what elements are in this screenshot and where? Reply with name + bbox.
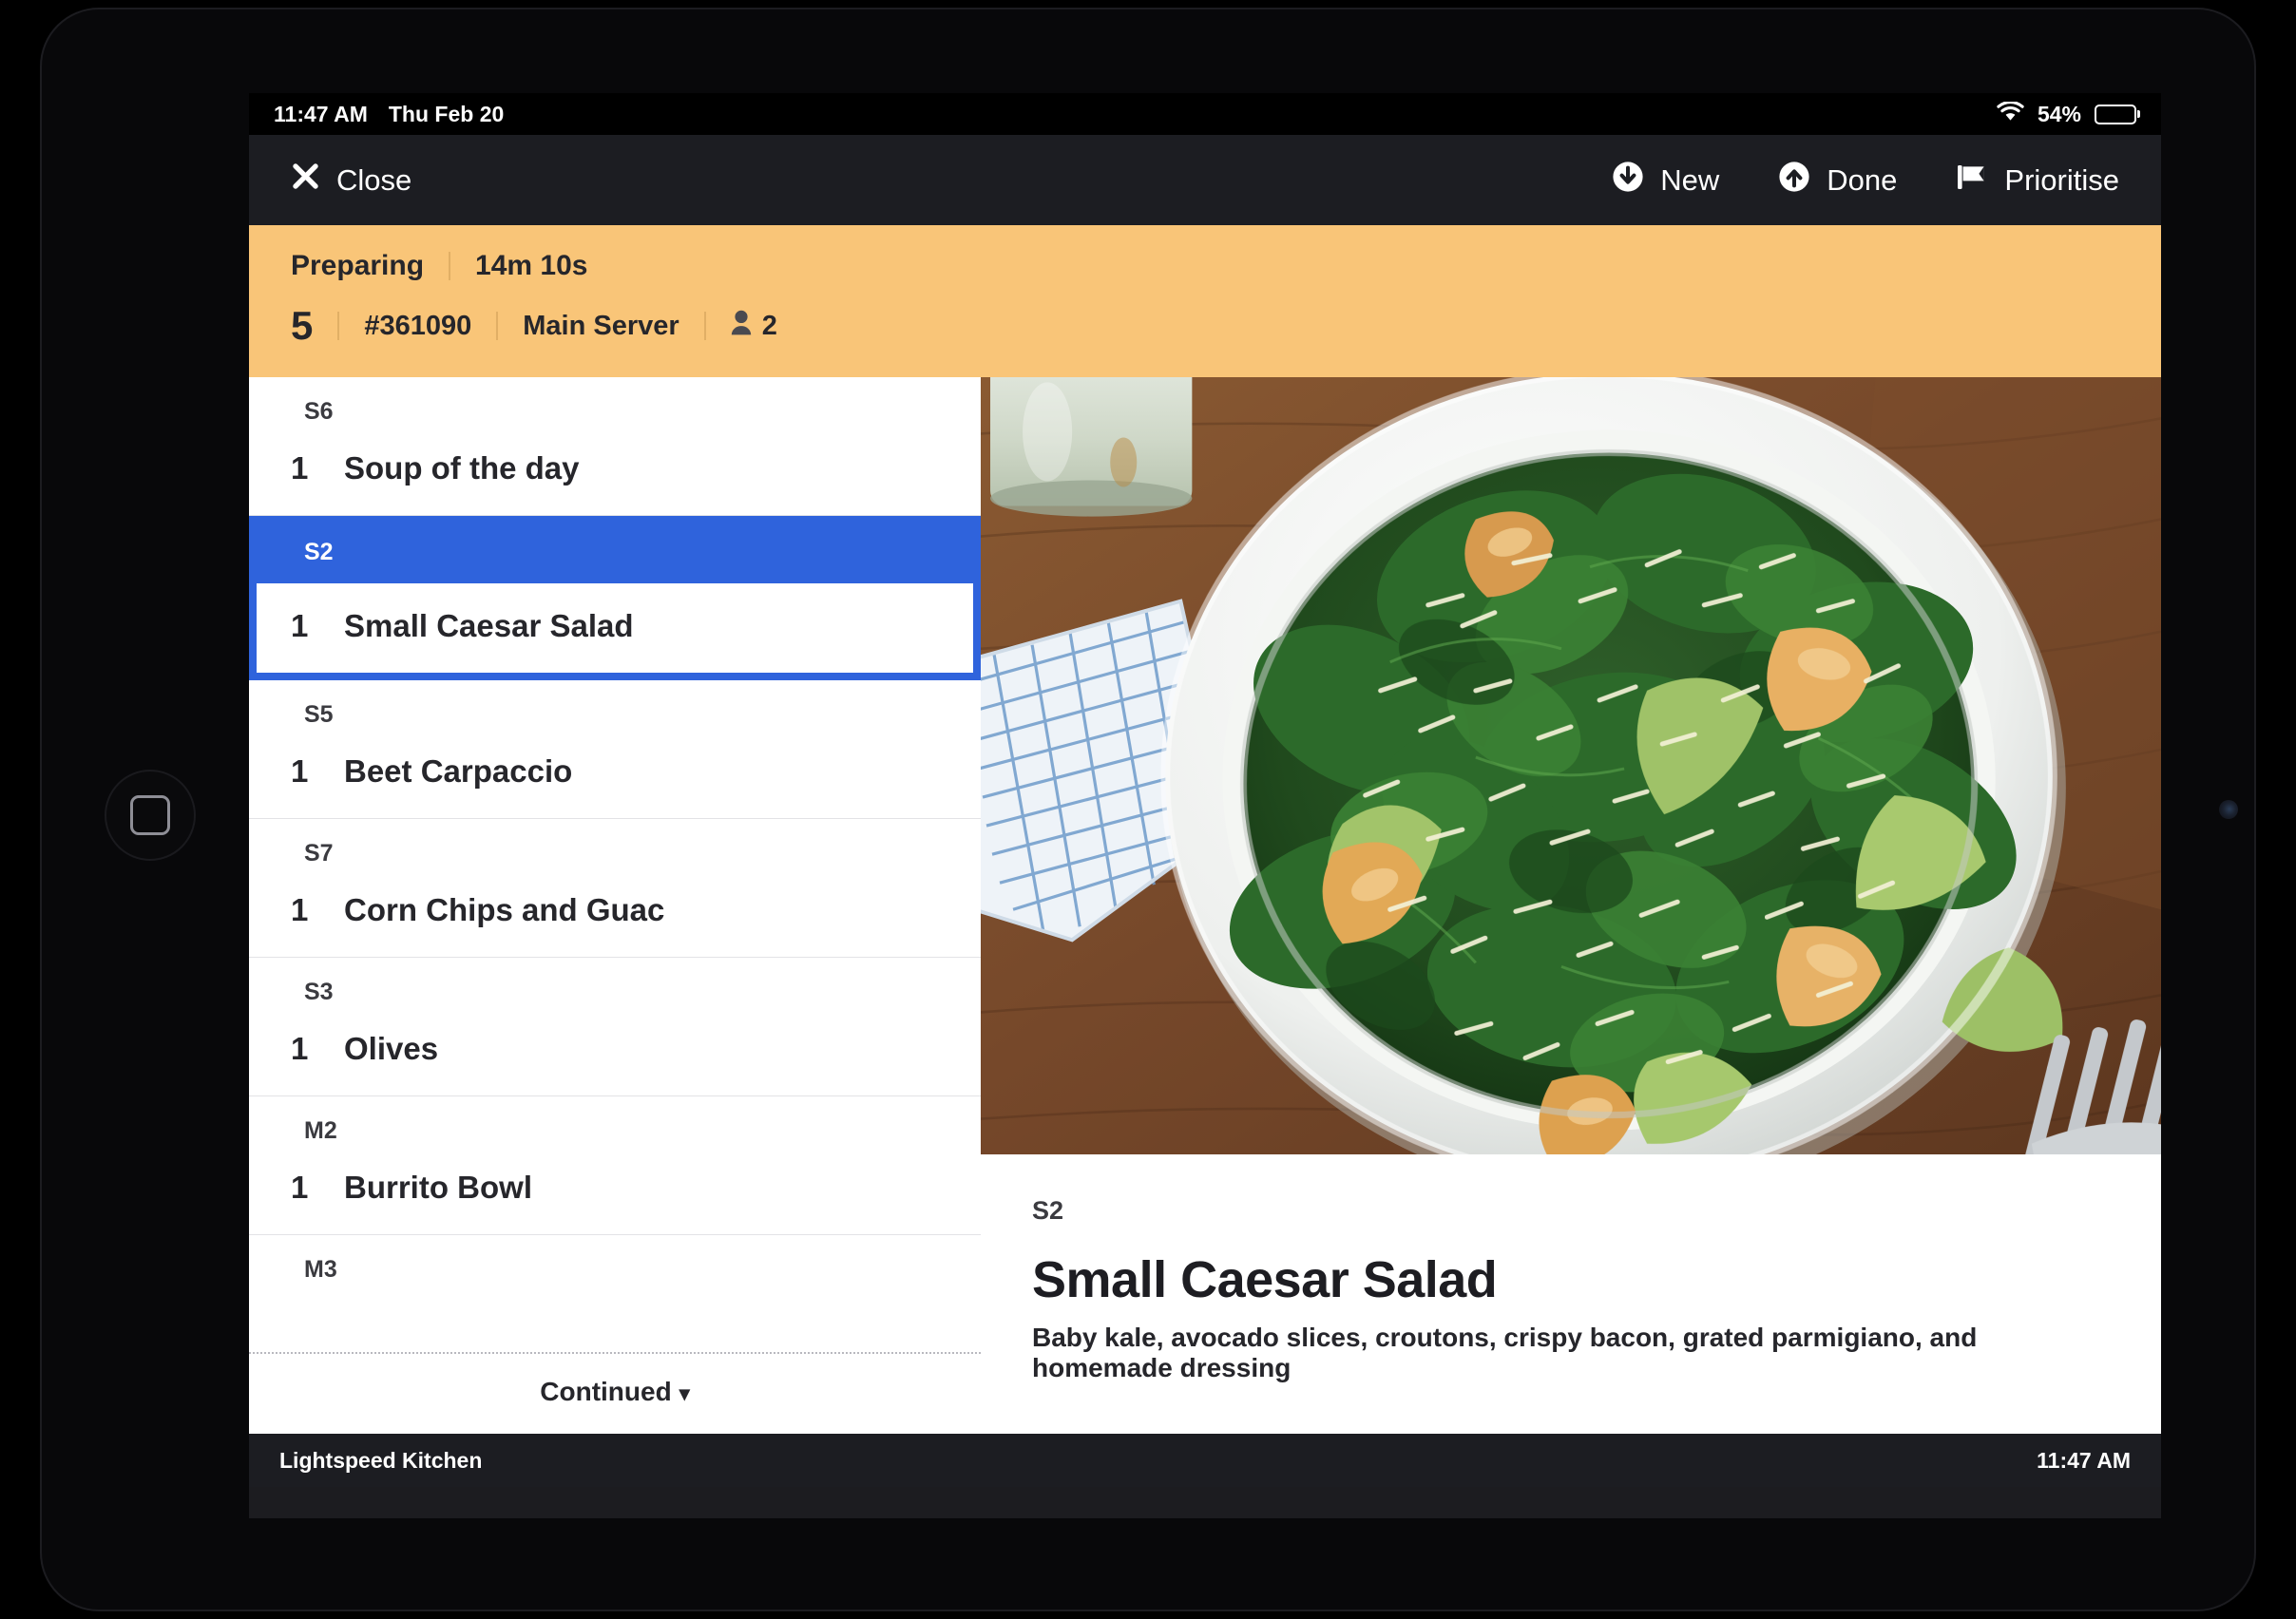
order-list-item[interactable]: S7 1 Corn Chips and Guac (249, 819, 981, 958)
order-list-item-partial[interactable]: M3 (249, 1235, 981, 1287)
new-button[interactable]: New (1612, 161, 1719, 200)
item-main-row: 1 Corn Chips and Guac (249, 867, 981, 957)
ios-status-bar: 11:47 AM Thu Feb 20 54% (249, 93, 2161, 135)
order-elapsed-timer: 14m 10s (475, 250, 587, 282)
front-camera-icon (2219, 800, 2238, 819)
done-button-label: Done (1827, 163, 1897, 198)
item-course-code: S6 (249, 377, 981, 426)
item-name: Burrito Bowl (344, 1170, 532, 1206)
item-main-row: 1 Burrito Bowl (249, 1145, 981, 1234)
order-list-item[interactable]: S6 1 Soup of the day (249, 377, 981, 516)
nav-actions-group: New Done (1612, 161, 2119, 200)
order-source: Main Server (523, 311, 679, 342)
item-quantity: 1 (291, 753, 316, 790)
item-course-code: M3 (249, 1235, 981, 1287)
status-bar-time: 11:47 AM (274, 102, 368, 127)
new-button-label: New (1660, 163, 1719, 198)
status-bar-left: 11:47 AM Thu Feb 20 (274, 102, 504, 127)
order-header-banner: Preparing 14m 10s 5 #361090 Main Server (249, 225, 2161, 377)
close-x-icon (291, 162, 320, 199)
prioritise-button-label: Prioritise (2004, 163, 2119, 198)
item-quantity: 1 (291, 1031, 316, 1067)
order-status-row: Preparing 14m 10s (291, 250, 2119, 282)
detail-item-name: Small Caesar Salad (1032, 1250, 2110, 1309)
divider (337, 312, 339, 340)
item-detail-panel: S2 Small Caesar Salad Baby kale, avocado… (981, 377, 2161, 1434)
wifi-icon (1997, 102, 2024, 127)
divider (496, 312, 498, 340)
item-main-row: 1 Small Caesar Salad (257, 583, 973, 673)
circle-arrow-up-icon (1778, 161, 1810, 200)
status-bar-date: Thu Feb 20 (389, 102, 504, 127)
item-course-code: S2 (249, 516, 981, 566)
battery-percent-label: 54% (2038, 102, 2081, 127)
home-button-square-icon (130, 795, 170, 835)
continued-label: Continued (540, 1377, 671, 1406)
home-button[interactable] (105, 770, 196, 861)
circle-arrow-down-icon (1612, 161, 1644, 200)
guest-count-label: 2 (762, 311, 777, 342)
item-quantity: 1 (291, 892, 316, 928)
detail-course-code: S2 (1032, 1196, 2110, 1226)
item-main-row: 1 Soup of the day (249, 426, 981, 515)
item-course-code: M2 (249, 1096, 981, 1145)
guest-count-group: 2 (731, 310, 777, 343)
order-list-item[interactable]: S3 1 Olives (249, 958, 981, 1096)
prioritise-button[interactable]: Prioritise (1956, 162, 2119, 200)
divider (704, 312, 706, 340)
item-name: Corn Chips and Guac (344, 892, 664, 928)
divider (449, 252, 450, 280)
tablet-screen: 11:47 AM Thu Feb 20 54% (249, 93, 2161, 1518)
order-list-item[interactable]: M2 1 Burrito Bowl (249, 1096, 981, 1235)
item-main-row: 1 Beet Carpaccio (249, 729, 981, 818)
status-bar-right: 54% (1997, 102, 2136, 127)
order-sequence-number: 5 (291, 303, 313, 349)
footer-clock: 11:47 AM (2037, 1448, 2131, 1474)
order-item-list: S6 1 Soup of the day S2 1 Small Caesar S… (249, 377, 981, 1434)
order-list-item-selected[interactable]: S2 1 Small Caesar Salad (249, 516, 981, 680)
item-course-code: S5 (249, 680, 981, 729)
item-quantity: 1 (291, 608, 316, 644)
app-nav-bar: Close New (249, 135, 2161, 225)
flag-icon (1956, 162, 1988, 200)
item-quantity: 1 (291, 1170, 316, 1206)
done-button[interactable]: Done (1778, 161, 1897, 200)
item-course-code: S7 (249, 819, 981, 867)
close-button[interactable]: Close (291, 162, 411, 199)
item-detail-text: S2 Small Caesar Salad Baby kale, avocado… (981, 1154, 2161, 1383)
order-item-scroll-region[interactable]: S6 1 Soup of the day S2 1 Small Caesar S… (249, 377, 981, 1352)
item-name: Soup of the day (344, 450, 580, 486)
continued-expand-button[interactable]: Continued ▾ (249, 1352, 981, 1434)
order-status-label: Preparing (291, 250, 424, 282)
order-list-item[interactable]: S5 1 Beet Carpaccio (249, 680, 981, 819)
order-meta-row: 5 #361090 Main Server 2 (291, 303, 2119, 349)
item-name: Olives (344, 1031, 438, 1067)
order-content-area: S6 1 Soup of the day S2 1 Small Caesar S… (249, 377, 2161, 1434)
detail-item-description: Baby kale, avocado slices, croutons, cri… (1032, 1323, 2110, 1383)
tablet-device-frame: 11:47 AM Thu Feb 20 54% (40, 8, 2256, 1611)
chevron-down-icon: ▾ (679, 1381, 690, 1405)
app-name-label: Lightspeed Kitchen (279, 1448, 482, 1474)
battery-icon (2095, 105, 2136, 124)
app-footer-bar: Lightspeed Kitchen 11:47 AM (249, 1434, 2161, 1487)
person-icon (731, 310, 752, 343)
kale-caesar-salad-photo (981, 377, 2161, 1154)
item-main-row: 1 Olives (249, 1006, 981, 1095)
item-name: Beet Carpaccio (344, 753, 572, 790)
close-button-label: Close (336, 163, 411, 198)
order-number: #361090 (364, 311, 471, 342)
item-course-code: S3 (249, 958, 981, 1006)
item-quantity: 1 (291, 450, 316, 486)
item-name: Small Caesar Salad (344, 608, 634, 644)
